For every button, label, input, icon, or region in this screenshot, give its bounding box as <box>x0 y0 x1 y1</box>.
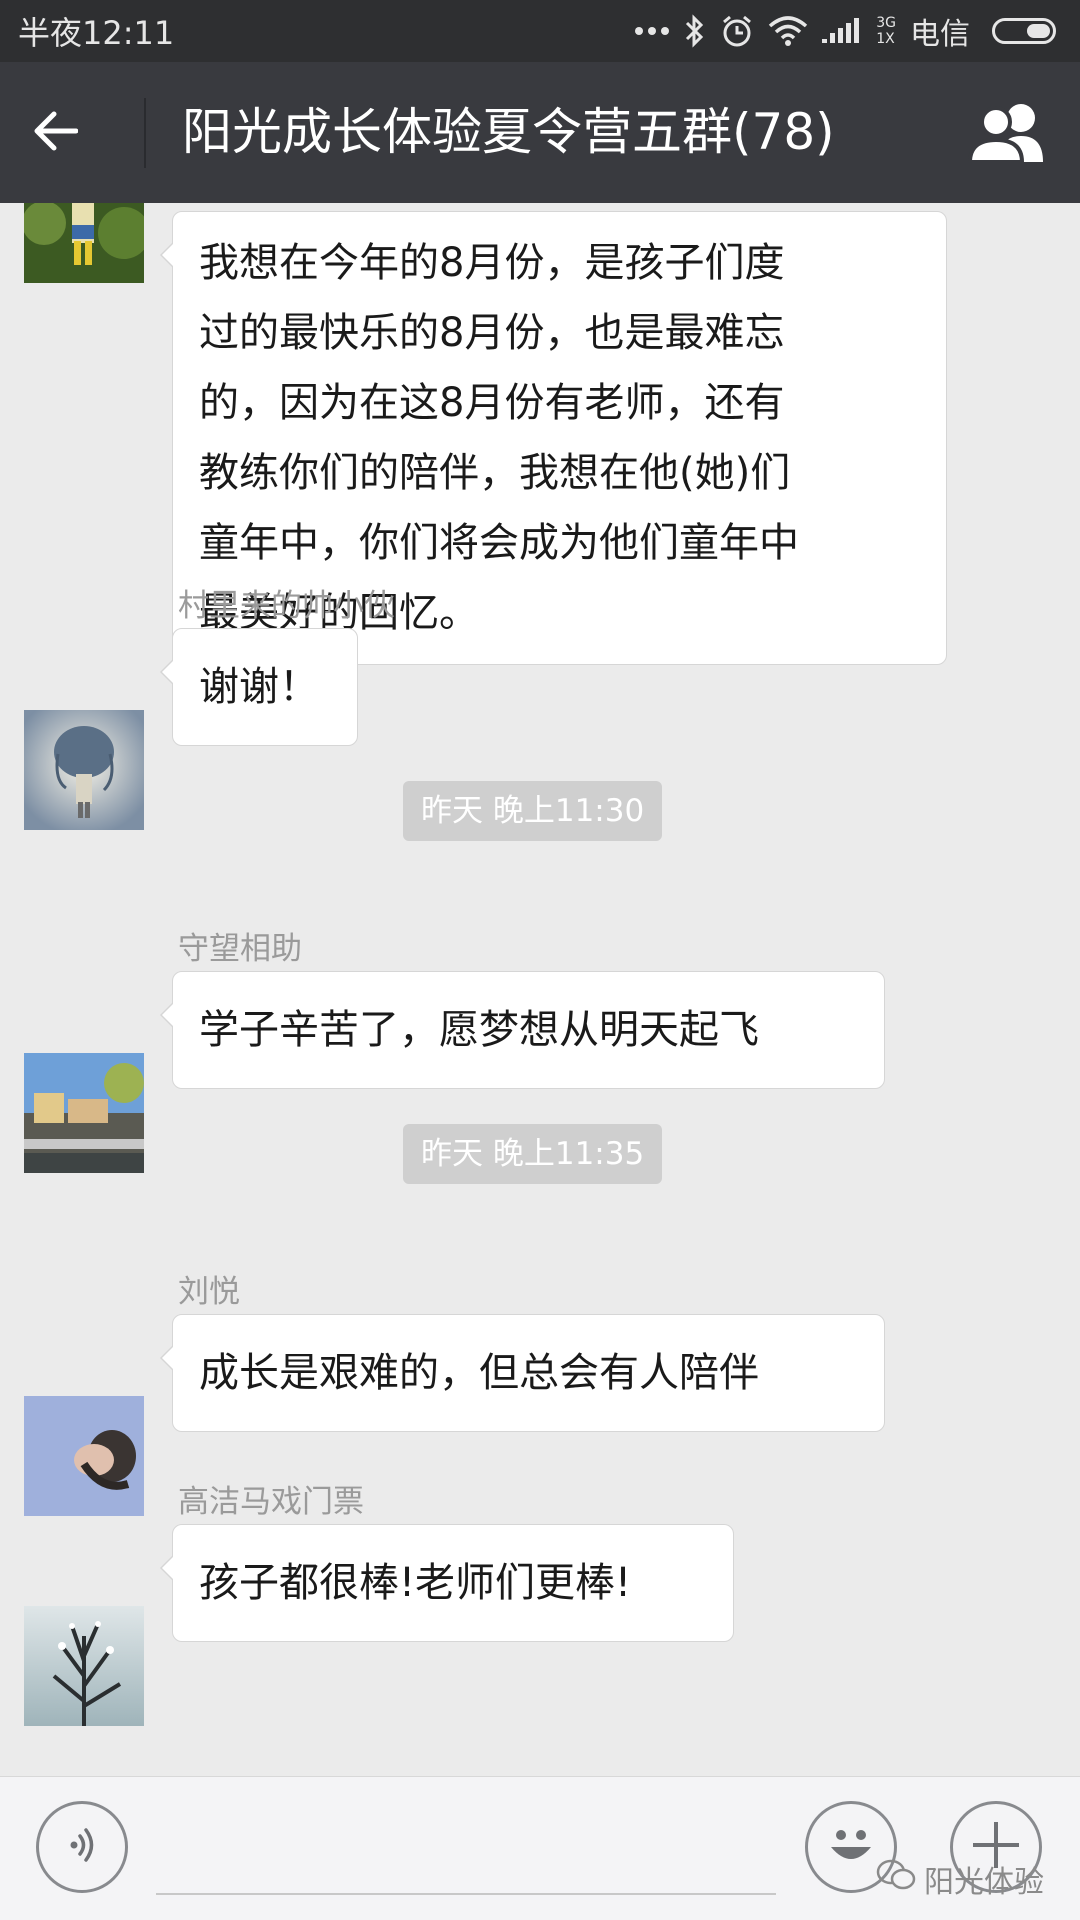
voice-icon <box>62 1825 102 1869</box>
network-type-top: 3G <box>876 15 896 31</box>
message-text: 学子辛苦了，愿梦想从明天起飞 <box>199 1007 759 1053</box>
group-members-icon <box>966 104 1052 168</box>
status-bar: 半夜12:11 3G 1X 电信 <box>0 0 1080 62</box>
avatar[interactable] <box>24 1396 144 1516</box>
message-input[interactable] <box>156 1893 776 1895</box>
status-time: 半夜12:11 <box>18 14 175 52</box>
sender-name: 高洁马戏门票 <box>178 1484 364 1520</box>
message-line: 童年中，你们将会成为他们童年中 <box>199 520 799 566</box>
avatar[interactable] <box>24 203 144 283</box>
message-bubble[interactable]: 学子辛苦了，愿梦想从明天起飞 <box>160 971 885 1089</box>
network-type: 3G 1X <box>876 15 896 47</box>
watermark-text: 阳光体验 <box>924 1865 1044 1900</box>
message-line: 我想在今年的8月份，是孩子们度 <box>199 240 785 286</box>
message-line: 过的最快乐的8月份，也是最难忘 <box>199 310 785 356</box>
arrow-left-icon <box>32 110 79 156</box>
signal-icon <box>822 17 862 45</box>
message-bubble[interactable]: 谢谢！ <box>160 628 358 746</box>
chat-title: 阳光成长体验夏令营五群(78) <box>182 103 835 161</box>
input-bar: 阳光体验 <box>0 1776 1080 1920</box>
message-bubble[interactable]: 孩子都很棒!老师们更棒! <box>160 1524 734 1642</box>
status-icons: 3G 1X 电信 <box>634 9 1056 53</box>
message-text: 谢谢！ <box>199 664 319 710</box>
avatar[interactable] <box>24 1606 144 1726</box>
wechat-logo-icon <box>876 1859 916 1899</box>
message-bubble[interactable]: 成长是艰难的，但总会有人陪伴 <box>160 1314 885 1432</box>
title-bar: 阳光成长体验夏令营五群(78) <box>0 62 1080 203</box>
battery-level <box>1027 24 1050 38</box>
message-text: 孩子都很棒!老师们更棒! <box>199 1560 632 1606</box>
message-line: 教练你们的陪伴，我想在他(她)们 <box>199 450 791 496</box>
emoji-icon <box>819 1813 883 1881</box>
sender-name: 村里来的帅小伙 <box>178 588 395 624</box>
more-dots-icon <box>634 26 670 36</box>
sender-name: 刘悦 <box>178 1274 240 1310</box>
wifi-icon <box>768 16 808 46</box>
avatar[interactable] <box>24 710 144 830</box>
message-line: 的，因为在这8月份有老师，还有 <box>199 380 785 426</box>
title-divider <box>144 98 146 168</box>
bluetooth-icon <box>684 14 706 48</box>
message-text: 成长是艰难的，但总会有人陪伴 <box>199 1350 759 1396</box>
sender-name: 守望相助 <box>178 931 302 967</box>
alarm-icon <box>720 14 754 48</box>
watermark: 阳光体验 <box>876 1857 1044 1901</box>
group-members-button[interactable] <box>966 100 1052 164</box>
chat-area[interactable]: 我想在今年的8月份，是孩子们度 过的最快乐的8月份，也是最难忘 的，因为在这8月… <box>0 203 1080 1776</box>
network-type-bottom: 1X <box>876 31 895 47</box>
timestamp: 昨天 晚上11:30 <box>403 781 663 841</box>
avatar[interactable] <box>24 1053 144 1173</box>
back-button[interactable] <box>32 98 112 168</box>
battery-icon <box>992 18 1056 44</box>
voice-button[interactable] <box>36 1801 128 1893</box>
carrier-name: 电信 <box>910 17 970 52</box>
timestamp: 昨天 晚上11:35 <box>403 1124 663 1184</box>
